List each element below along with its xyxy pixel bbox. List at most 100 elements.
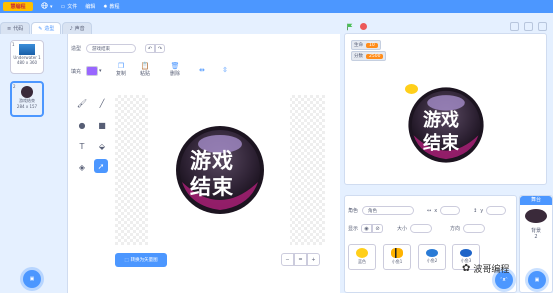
brush-tool[interactable]: 🖌 xyxy=(75,96,89,110)
flip-horizontal-button[interactable]: ⇹ xyxy=(199,66,205,74)
fill-label: 填充 xyxy=(71,68,82,75)
copy-label: 复制 xyxy=(116,71,127,77)
paint-canvas[interactable]: 游戏 结束 xyxy=(115,95,325,245)
sprite-name-input[interactable]: 角色 xyxy=(362,206,415,215)
file-icon: ▭ xyxy=(60,3,66,10)
tab-costumes[interactable]: ✎ 造型 xyxy=(31,22,62,34)
trash-icon: 🗑 xyxy=(170,62,180,70)
paste-button[interactable]: 📋 粘贴 xyxy=(140,62,150,77)
copy-button[interactable]: ❐ 复制 xyxy=(116,62,126,77)
tab-sounds[interactable]: ♪ 声音 xyxy=(62,22,92,34)
eraser-icon: ◈ xyxy=(78,162,86,172)
zoom-controls: − = + xyxy=(281,253,320,266)
fill-tool[interactable]: ⬙ xyxy=(95,139,109,153)
green-flag-button[interactable] xyxy=(345,22,354,31)
stop-button[interactable] xyxy=(360,23,367,30)
menu-file-label: 文件 xyxy=(67,4,78,10)
show-hidden-button[interactable]: ⊘ xyxy=(372,224,384,233)
fill-color-swatch[interactable] xyxy=(86,66,99,76)
variable-monitor-score: 分数 2500 xyxy=(351,51,387,61)
code-icon: ≡ xyxy=(7,25,12,32)
add-costume-button[interactable]: ▣ xyxy=(23,270,41,288)
delete-button[interactable]: 🗑 删除 xyxy=(170,62,180,77)
paint-editor: 造型 游戏结束 ↶ ↷ 填充 ▾ ❐ 复制 📋 粘贴 🗑 删除 ⇹ ⇳ 🖌 ╱ … xyxy=(68,34,340,293)
x-input[interactable] xyxy=(440,206,461,215)
cursor-icon: ➚ xyxy=(97,161,105,171)
app-logo[interactable]: 慧编程 xyxy=(3,2,33,11)
costume-size: 284 x 157 xyxy=(16,104,38,109)
y-arrows-icon: ↕ xyxy=(473,207,478,214)
sprite-tile[interactable]: 蓝色 xyxy=(348,244,376,270)
circle-tool[interactable]: ● xyxy=(75,118,89,132)
x-label: x xyxy=(434,207,438,214)
eraser-tool[interactable]: ◈ xyxy=(75,160,89,174)
direction-input[interactable] xyxy=(463,224,486,233)
sprite-thumbnail xyxy=(426,249,438,257)
cat-icon: ᵔᴥᵔ xyxy=(500,277,508,283)
text-tool[interactable]: T xyxy=(75,139,89,153)
size-input[interactable] xyxy=(410,224,433,233)
green-flag-icon xyxy=(346,23,352,30)
costume-item-selected[interactable]: 2 游戏结束 284 x 157 xyxy=(10,81,44,117)
paint-bucket-icon: ⬙ xyxy=(98,141,106,151)
chevron-down-icon: ▾ xyxy=(50,3,53,10)
monitor-value: 10 xyxy=(366,42,378,48)
zoom-out-button[interactable]: − xyxy=(281,253,294,266)
stage-selector-panel[interactable]: 舞台 背景 2 ▣ xyxy=(519,195,553,293)
convert-label: 转换为矢量图 xyxy=(130,258,158,263)
fullscreen-button[interactable] xyxy=(524,22,533,31)
costume-item[interactable]: 1 Underwater 1 480 x 360 xyxy=(10,40,44,74)
speaker-icon: ♪ xyxy=(69,25,73,32)
select-tool[interactable]: ➚ xyxy=(94,159,108,173)
tab-code-label: 代码 xyxy=(13,26,24,32)
paste-icon: 📋 xyxy=(140,62,150,70)
menu-tutorial-label: 教程 xyxy=(109,4,120,10)
sprite-tile[interactable]: 小鱼2 xyxy=(418,244,446,270)
flip-vertical-icon: ⇳ xyxy=(222,66,228,74)
sprite-thumbnail xyxy=(460,249,472,257)
text-icon: T xyxy=(79,141,85,151)
stage-canvas[interactable]: 生命 10 分数 2500 游戏 结束 xyxy=(344,33,547,185)
tab-code[interactable]: ≡ 代码 xyxy=(0,22,31,34)
brush-icon: ✎ xyxy=(38,25,43,32)
delete-label: 删除 xyxy=(170,71,181,77)
sprite-name: 蓝色 xyxy=(358,259,366,264)
y-input[interactable] xyxy=(486,206,507,215)
size-label: 大小 xyxy=(397,226,408,232)
redo-button[interactable]: ↷ xyxy=(155,44,165,53)
sprite-label: 角色 xyxy=(348,208,359,214)
brush-icon: 🖌 xyxy=(76,98,88,108)
backdrops-label: 背景 xyxy=(530,228,541,234)
bulb-icon: ✸ xyxy=(103,3,108,10)
zoom-reset-button[interactable]: = xyxy=(294,253,307,266)
costume-name-input[interactable]: 游戏结束 xyxy=(86,44,137,53)
menu-file[interactable]: ▭ 文件 xyxy=(60,3,78,11)
image-icon: ▣ xyxy=(534,277,540,283)
costume-thumbnail xyxy=(19,44,35,55)
circle-icon: ● xyxy=(78,120,86,130)
paste-label: 粘贴 xyxy=(140,71,151,77)
tab-sounds-label: 声音 xyxy=(74,26,85,32)
flip-vertical-button[interactable]: ⇳ xyxy=(222,66,228,74)
small-stage-button[interactable] xyxy=(510,22,519,31)
show-label: 显示 xyxy=(348,226,359,232)
menu-edit[interactable]: 编辑 xyxy=(85,3,95,10)
copy-icon: ❐ xyxy=(117,62,125,70)
line-tool[interactable]: ╱ xyxy=(95,96,109,110)
menu-tutorial[interactable]: ✸ 教程 xyxy=(103,3,120,11)
rectangle-tool[interactable]: ■ xyxy=(95,118,109,132)
grid-button[interactable] xyxy=(538,22,547,31)
watermark: ✿ 波哥编程 xyxy=(462,262,509,275)
show-visible-button[interactable]: ◉ xyxy=(361,224,373,233)
sprite-tile[interactable]: 小鱼1 xyxy=(383,244,411,270)
sprite-thumbnail xyxy=(356,248,368,258)
add-backdrop-button[interactable]: ▣ xyxy=(528,271,546,289)
language-menu[interactable]: ▾ xyxy=(41,2,53,11)
undo-button[interactable]: ↶ xyxy=(145,44,155,53)
flip-horizontal-icon: ⇹ xyxy=(199,66,205,74)
convert-to-vector-button[interactable]: ⬚ 转换为矢量图 xyxy=(115,253,167,267)
zoom-in-button[interactable]: + xyxy=(307,253,320,266)
sprite-info-panel: 角色 角色 ↔ x ↕ y 显示 ◉ ⊘ 大小 方向 蓝色 小鱼1 小鱼2 小鱼… xyxy=(344,195,517,293)
stage-text-line2: 结束 xyxy=(423,133,459,154)
monitor-label: 生命 xyxy=(354,43,363,48)
